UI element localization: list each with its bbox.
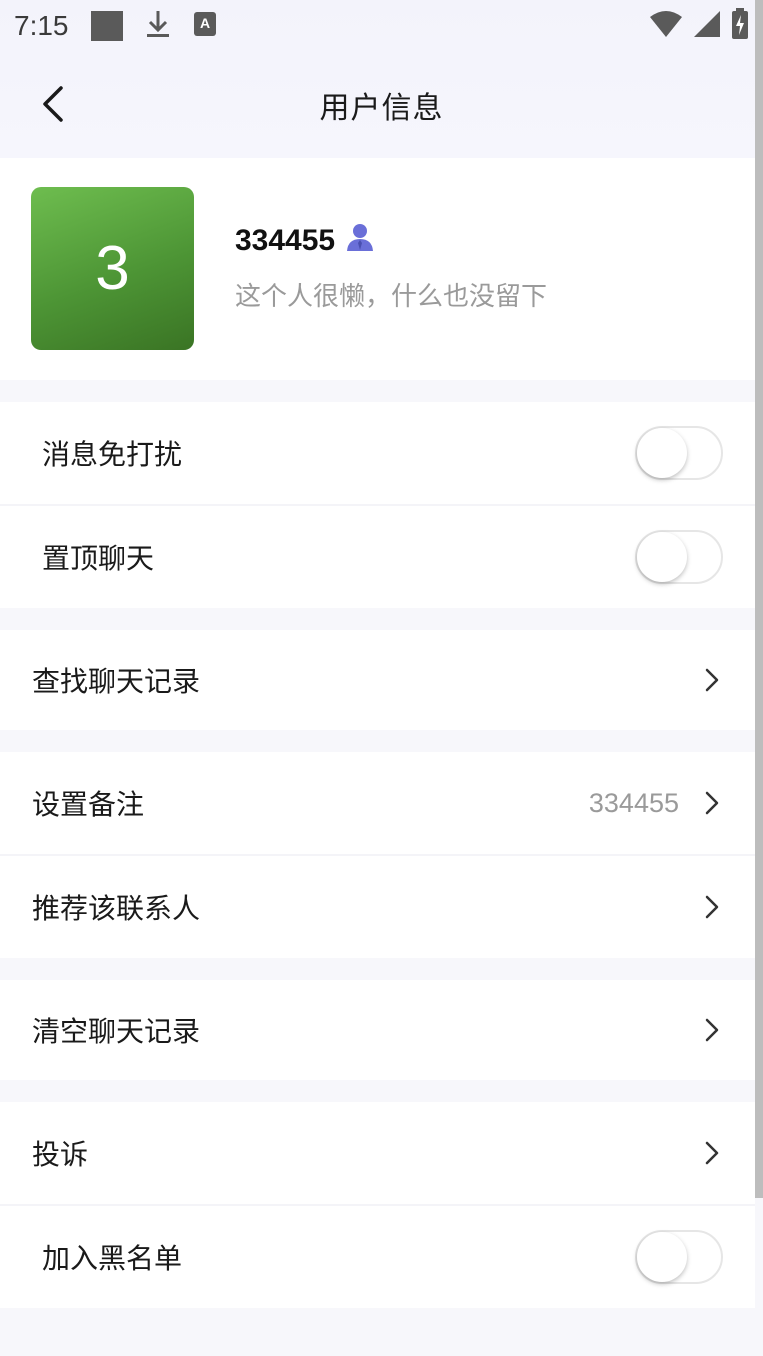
profile-card[interactable]: 3 334455 这个人很懒，什么也没留下	[0, 158, 755, 380]
avatar-initial: 3	[95, 234, 130, 303]
pin-chat-label: 置顶聊天	[42, 542, 155, 575]
nav-bar: 用户信息	[0, 60, 763, 150]
user-badge-icon	[345, 222, 375, 260]
toggle-knob	[637, 1232, 687, 1282]
header-area: 7:15 A 用户信息	[0, 0, 763, 158]
recommend-row[interactable]: 推荐该联系人	[0, 856, 755, 958]
svg-text:A: A	[199, 15, 209, 31]
do-not-disturb-label: 消息免打扰	[42, 438, 183, 471]
scrollbar[interactable]	[755, 0, 763, 1198]
chevron-right-icon	[701, 1138, 723, 1168]
recommend-label: 推荐该联系人	[32, 892, 201, 925]
chevron-right-icon	[701, 788, 723, 818]
do-not-disturb-row: 消息免打扰	[0, 402, 755, 504]
blacklist-row: 加入黑名单	[0, 1206, 755, 1308]
keyboard-a-icon: A	[193, 11, 217, 41]
avatar[interactable]: 3	[31, 187, 194, 350]
remark-row[interactable]: 设置备注 334455	[0, 752, 755, 854]
blacklist-label: 加入黑名单	[42, 1242, 183, 1275]
profile-name-line: 334455	[235, 222, 375, 260]
back-button[interactable]	[30, 82, 74, 126]
remark-value: 334455	[588, 787, 679, 818]
search-history-label: 查找聊天记录	[32, 665, 201, 698]
chevron-right-icon	[701, 1015, 723, 1045]
status-bar: 7:15 A	[0, 0, 763, 52]
do-not-disturb-toggle[interactable]	[635, 426, 723, 480]
remark-label: 设置备注	[32, 788, 145, 821]
cellular-signal-icon	[693, 10, 721, 42]
chevron-right-icon	[701, 892, 723, 922]
clear-history-row[interactable]: 清空聊天记录	[0, 980, 755, 1080]
pin-chat-row: 置顶聊天	[0, 506, 755, 608]
profile-signature: 这个人很懒，什么也没留下	[235, 282, 548, 312]
report-label: 投诉	[32, 1138, 89, 1171]
blacklist-toggle[interactable]	[635, 1230, 723, 1284]
clear-history-label: 清空聊天记录	[32, 1015, 201, 1048]
wifi-icon	[649, 10, 683, 42]
report-row[interactable]: 投诉	[0, 1102, 755, 1204]
status-time: 7:15	[14, 10, 69, 41]
pin-chat-toggle[interactable]	[635, 530, 723, 584]
toggle-knob	[637, 532, 687, 582]
page-title: 用户信息	[319, 91, 444, 126]
download-icon	[145, 9, 171, 43]
toggle-knob	[637, 428, 687, 478]
chevron-left-icon	[43, 86, 63, 122]
battery-charging-icon	[731, 8, 749, 44]
notification-square-icon	[90, 11, 123, 41]
profile-name: 334455	[235, 224, 336, 257]
search-history-row[interactable]: 查找聊天记录	[0, 630, 755, 730]
chevron-right-icon	[701, 665, 723, 695]
